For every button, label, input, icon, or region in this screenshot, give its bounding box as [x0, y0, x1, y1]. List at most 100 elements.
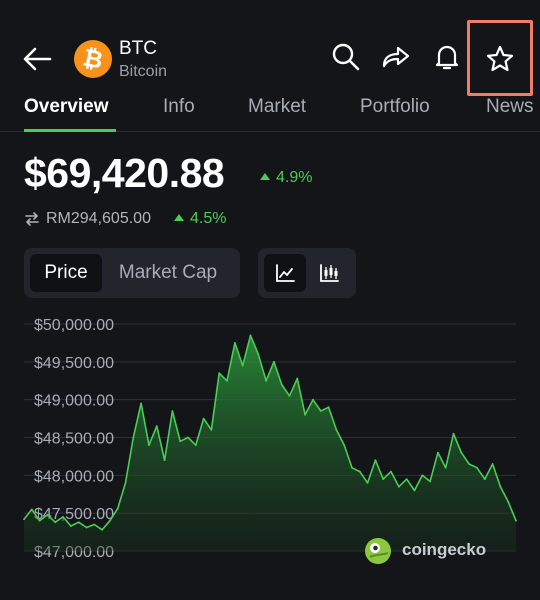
- price-marketcap-toggle: Price Market Cap: [24, 248, 240, 298]
- market-cap-toggle-button[interactable]: Market Cap: [106, 254, 230, 292]
- data-point: [249, 334, 252, 337]
- data-point: [226, 379, 228, 382]
- tab-bar: Overview Info Market Portfolio News: [0, 96, 540, 132]
- data-point: [358, 470, 361, 473]
- alt-price-change: 4.5%: [174, 210, 226, 228]
- data-point: [499, 485, 502, 488]
- data-point: [429, 480, 431, 483]
- line-chart-button[interactable]: [264, 254, 306, 292]
- data-point: [155, 425, 158, 427]
- data-point: [62, 516, 64, 518]
- data-point: [491, 463, 494, 465]
- app-header: ₿ BTC Bitcoin: [0, 0, 540, 96]
- data-point: [288, 395, 291, 397]
- data-point: [163, 459, 166, 462]
- candlestick-chart-button[interactable]: [308, 254, 350, 292]
- data-point: [437, 451, 439, 454]
- tab-news[interactable]: News: [486, 96, 534, 118]
- alt-currency-price: RM294,605.00: [46, 210, 151, 227]
- data-point: [140, 402, 143, 405]
- data-point: [77, 521, 80, 524]
- data-point: [38, 519, 41, 522]
- tab-portfolio[interactable]: Portfolio: [360, 96, 430, 118]
- search-icon[interactable]: [331, 42, 361, 72]
- data-point: [70, 525, 72, 527]
- data-point: [382, 478, 385, 480]
- data-point: [171, 410, 174, 412]
- up-triangle-icon: [260, 173, 270, 180]
- data-point: [101, 528, 103, 531]
- data-point: [343, 444, 346, 446]
- data-point: [241, 364, 244, 367]
- tab-overview[interactable]: Overview: [24, 96, 109, 118]
- up-triangle-icon: [174, 214, 184, 221]
- data-point: [280, 383, 283, 386]
- data-point: [124, 482, 127, 484]
- y-tick-label: $50,000.00: [34, 317, 114, 334]
- data-point: [483, 478, 486, 480]
- data-point: [265, 379, 267, 382]
- price-change: 4.9%: [260, 169, 312, 187]
- data-point: [405, 478, 408, 480]
- swap-arrows-icon: [25, 212, 39, 226]
- data-point: [374, 459, 377, 462]
- data-point: [93, 523, 96, 526]
- data-point: [257, 353, 260, 356]
- data-point: [30, 508, 33, 511]
- back-arrow-icon[interactable]: [20, 42, 54, 76]
- tab-info[interactable]: Info: [163, 96, 195, 118]
- coingecko-logo-icon: [365, 538, 391, 564]
- data-point: [351, 466, 353, 469]
- data-point: [327, 406, 330, 409]
- active-tab-indicator: [24, 129, 116, 132]
- coin-symbol: BTC: [119, 38, 157, 59]
- data-point: [312, 398, 314, 401]
- candlestick-icon: [320, 264, 339, 282]
- chart-type-toggle: [258, 248, 356, 298]
- price-change-value: 4.9%: [276, 169, 313, 186]
- data-point: [23, 518, 25, 521]
- data-point: [296, 377, 299, 380]
- data-point: [46, 513, 49, 516]
- y-tick-label: $48,500.00: [34, 431, 114, 448]
- data-point: [273, 360, 275, 363]
- data-point: [413, 489, 416, 492]
- data-point: [366, 482, 369, 484]
- svg-text:₿: ₿: [81, 44, 106, 74]
- data-point: [202, 417, 205, 420]
- data-point: [194, 444, 197, 446]
- y-tick-label: $49,500.00: [34, 355, 114, 372]
- data-point: [476, 466, 478, 469]
- data-point: [515, 519, 517, 522]
- data-point: [218, 372, 221, 375]
- coin-name: Bitcoin: [119, 63, 168, 80]
- star-icon[interactable]: [485, 44, 515, 74]
- data-point: [179, 440, 182, 443]
- data-point: [390, 470, 392, 473]
- data-point: [460, 451, 463, 454]
- data-point: [210, 429, 213, 431]
- data-point: [468, 463, 470, 465]
- current-price: $69,420.88: [24, 150, 225, 196]
- data-point: [421, 474, 424, 477]
- data-point: [319, 410, 322, 412]
- data-point: [187, 436, 189, 439]
- data-point: [109, 519, 111, 522]
- coingecko-watermark: coingecko: [364, 537, 486, 565]
- share-icon[interactable]: [381, 42, 411, 72]
- y-tick-label: $48,000.00: [34, 468, 114, 485]
- line-chart-icon: [276, 264, 295, 282]
- data-point: [444, 466, 447, 469]
- y-tick-label: $49,000.00: [34, 393, 114, 410]
- data-point: [116, 507, 119, 510]
- bell-icon[interactable]: [432, 42, 462, 72]
- bitcoin-logo-icon: ₿: [74, 40, 112, 78]
- data-point: [304, 413, 306, 416]
- data-point: [452, 432, 455, 435]
- data-point: [132, 436, 135, 439]
- tab-market[interactable]: Market: [248, 96, 306, 118]
- watermark-text: coingecko: [402, 540, 487, 559]
- data-point: [54, 521, 57, 524]
- price-toggle-button[interactable]: Price: [30, 254, 102, 292]
- data-point: [85, 526, 88, 529]
